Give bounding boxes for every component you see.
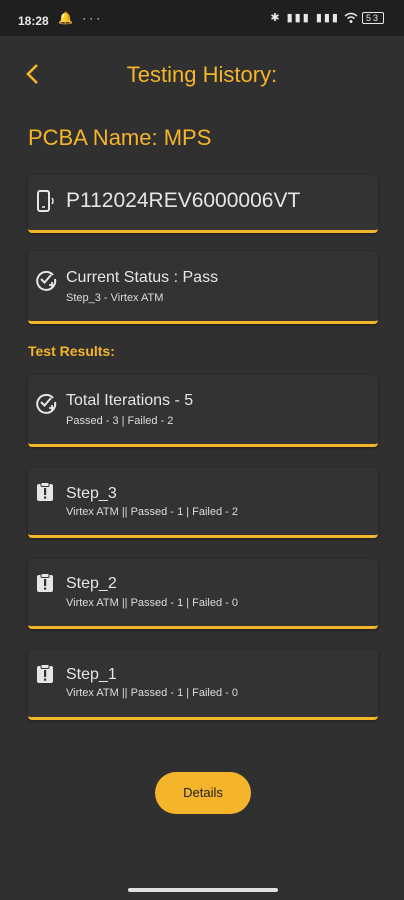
- battery-icon: 53: [361, 11, 384, 24]
- details-button[interactable]: Details: [155, 772, 251, 814]
- wifi-icon: [344, 12, 358, 23]
- total-iterations-card: Total Iterations - 5 Passed - 3 | Failed…: [28, 375, 378, 447]
- page-title: Testing History:: [126, 62, 278, 87]
- step-subtitle: Virtex ATM || Passed - 1 | Failed - 2: [66, 506, 239, 518]
- signal-icons: ✱ ▮▮▮ ▮▮▮: [270, 12, 340, 24]
- pcba-name: PCBA Name: MPS: [28, 125, 212, 150]
- check-circle-icon: [34, 267, 58, 291]
- status-bar: 18:28 🔔 ··· ✱ ▮▮▮ ▮▮▮ 53: [0, 0, 404, 36]
- step-subtitle: Virtex ATM || Passed - 1 | Failed - 0: [66, 597, 239, 609]
- current-status-title: Current Status : Pass: [66, 269, 219, 286]
- clipboard-alert-icon: [34, 481, 58, 505]
- current-status-subtitle: Step_3 - Virtex ATM: [66, 292, 164, 304]
- system-icons: ✱ ▮▮▮ ▮▮▮ 53: [270, 11, 384, 24]
- phone-icon: [34, 189, 58, 213]
- total-iterations-subtitle: Passed - 3 | Failed - 2: [66, 415, 174, 427]
- step-card[interactable]: Step_1 Virtex ATM || Passed - 1 | Failed…: [28, 650, 378, 720]
- step-card[interactable]: Step_2 Virtex ATM || Passed - 1 | Failed…: [28, 559, 378, 629]
- step-title: Step_1: [66, 666, 117, 683]
- serial-number: P112024REV6000006VT: [66, 189, 301, 212]
- gesture-nav-bar[interactable]: [128, 888, 278, 892]
- test-results-heading: Test Results:: [28, 343, 115, 359]
- check-circle-icon: [34, 390, 58, 414]
- step-title: Step_2: [66, 575, 117, 592]
- current-status-card: Current Status : Pass Step_3 - Virtex AT…: [28, 251, 378, 324]
- step-title: Step_3: [66, 485, 117, 502]
- clipboard-alert-icon: [34, 663, 58, 687]
- step-subtitle: Virtex ATM || Passed - 1 | Failed - 0: [66, 687, 239, 699]
- status-time: 18:28: [18, 14, 49, 28]
- clipboard-alert-icon: [34, 572, 58, 596]
- notification-icons: 🔔 ···: [58, 11, 104, 25]
- device-serial-card: P112024REV6000006VT: [28, 175, 378, 233]
- step-card[interactable]: Step_3 Virtex ATM || Passed - 1 | Failed…: [28, 468, 378, 538]
- total-iterations-title: Total Iterations - 5: [66, 392, 194, 409]
